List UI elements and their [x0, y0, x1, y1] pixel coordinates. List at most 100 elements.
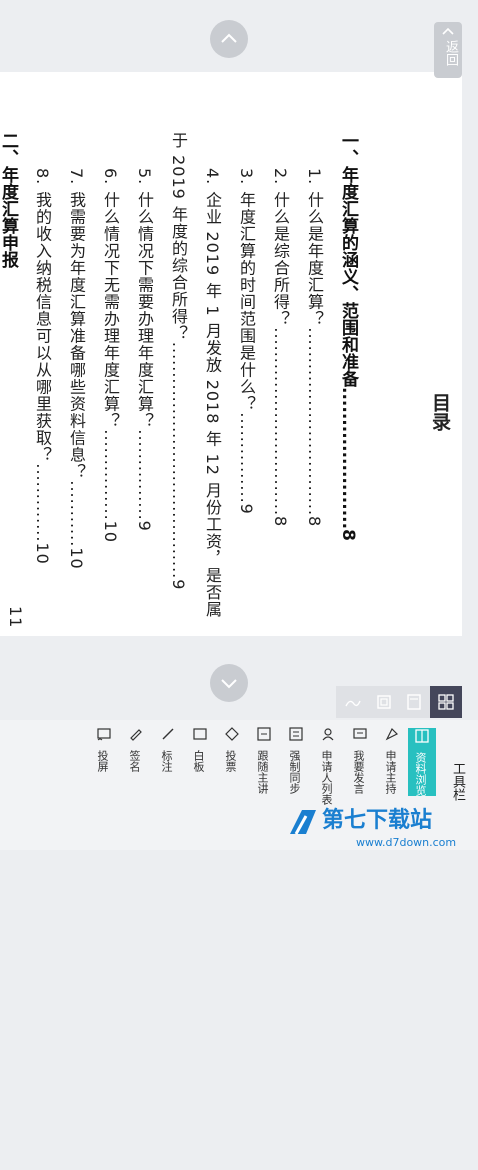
signature-view-button[interactable] — [336, 686, 368, 718]
watermark-logo-icon — [290, 810, 316, 835]
tool-annotate[interactable]: 标注 — [154, 726, 182, 826]
section-number: 一、 — [338, 132, 358, 166]
toolbar-title: 工具栏 — [450, 762, 465, 801]
vote-icon — [225, 727, 239, 741]
toc-item[interactable]: 1. 什么是年度汇算？.............................… — [302, 168, 326, 732]
view-mode-strip — [336, 686, 462, 718]
user-list-icon — [322, 728, 334, 741]
copy-view-button[interactable] — [368, 686, 400, 718]
tool-label: 标注 — [160, 750, 173, 772]
watermark-url: www.d7down.com — [356, 836, 457, 849]
tool-label: 申请主持 — [384, 750, 397, 794]
tool-label: 申请人列表 — [320, 750, 333, 805]
tool-label: 白板 — [192, 750, 205, 772]
copy-icon — [377, 695, 391, 709]
toc-page: 10 — [101, 520, 120, 544]
item-text: 企业 2019 年 1 月发放 2018 年 12 月份工资，是否属 — [203, 191, 222, 619]
watermark: 第七下载站 www.d7down.com — [284, 802, 478, 850]
toc-leader: ............................... — [305, 327, 324, 517]
toc-leader: ............... — [135, 429, 154, 521]
toc-leader: ...................... — [338, 387, 358, 530]
item-number: 6. — [101, 168, 120, 186]
item-text: 我需要为年度汇算准备哪些资料信息？ — [67, 191, 86, 481]
rocket-icon — [385, 727, 399, 741]
item-number: 3. — [237, 168, 256, 186]
section-title: 年度汇算申报 — [0, 166, 18, 268]
item-text: 什么情况下需要办理年度汇算？ — [135, 191, 154, 430]
item-text: 什么是综合所得？ — [271, 191, 290, 328]
toc-item[interactable]: 6. 什么情况下无需办理年度汇算？...............10 — [98, 168, 122, 732]
toc-page-cut: 11 — [6, 606, 25, 1170]
tool-label: 投屏 — [96, 750, 109, 772]
tool-label: 投票 — [224, 750, 237, 772]
back-button[interactable]: 返回 — [434, 22, 462, 78]
page-view-button[interactable] — [398, 686, 430, 718]
toc-page: 11 — [6, 606, 25, 629]
tool-label: 签名 — [128, 750, 141, 772]
follow-icon — [257, 727, 271, 741]
doc-browse-icon — [415, 729, 429, 743]
toc-item[interactable]: 4. 企业 2019 年 1 月发放 2018 年 12 月份工资，是否属 — [200, 168, 224, 732]
tool-vote[interactable]: 投票 — [218, 726, 246, 826]
pen-icon — [162, 728, 174, 740]
toc-section-one[interactable]: 一、年度汇算的涵义、范围和准备......................8 — [336, 132, 361, 696]
tool-follow-speaker[interactable]: 跟随主讲 — [250, 726, 278, 826]
tool-label: 强制同步 — [288, 750, 301, 794]
tool-cast[interactable]: 投屏 — [90, 726, 118, 826]
signature-icon — [345, 700, 361, 707]
toc-leader: ............................... — [271, 327, 290, 517]
toc-page: 10 — [67, 547, 86, 570]
chevron-down-icon — [221, 679, 237, 689]
item-text: 什么情况下无需办理年度汇算？ — [101, 191, 120, 430]
toc-title: 目录 — [429, 393, 451, 431]
item-text: 于 2019 年度的综合所得？ — [169, 132, 188, 342]
item-number: 2. — [271, 168, 290, 186]
back-label: 返回 — [443, 40, 458, 66]
page-icon — [407, 694, 421, 710]
toc-page: 8 — [271, 516, 290, 528]
item-text: 什么是年度汇算？ — [305, 191, 324, 328]
toc-item[interactable]: 8. 我的收入纳税信息可以从哪里获取？.............10 — [30, 168, 54, 732]
item-number: 4. — [203, 168, 222, 186]
toc-page: 9 — [169, 579, 188, 591]
chevron-up-small-icon — [442, 27, 454, 35]
toc-leader: ........... — [67, 480, 86, 548]
cast-icon — [97, 728, 111, 741]
toc-item[interactable]: 3. 年度汇算的时间范围是什么？...............9 — [234, 168, 258, 732]
item-number: 7. — [67, 168, 86, 186]
item-text: 年度汇算的时间范围是什么？ — [237, 191, 256, 413]
toc-item[interactable]: 5. 什么情况下需要办理年度汇算？...............9 — [132, 168, 156, 732]
sign-icon — [130, 729, 142, 741]
toc-leader: ....................................... — [169, 341, 188, 580]
chevron-up-icon — [221, 33, 237, 43]
section-title: 年度汇算的涵义、范围和准备 — [338, 166, 358, 387]
item-number: 5. — [135, 168, 154, 186]
toc-page: 8 — [338, 529, 358, 541]
watermark-name: 第七下载站 — [322, 808, 433, 833]
toc-leader: ............. — [33, 463, 52, 543]
item-text: 我的收入纳税信息可以从哪里获取？ — [33, 191, 52, 464]
item-number: 1. — [305, 168, 324, 186]
tool-label: 我要发言 — [352, 750, 365, 794]
document-page: 目录 一、年度汇算的涵义、范围和准备......................… — [0, 72, 462, 636]
toc-page: 10 — [33, 542, 52, 565]
tool-doc-browse[interactable]: 资料浏览 — [408, 728, 436, 796]
sync-icon — [289, 727, 303, 741]
tool-sign[interactable]: 签名 — [122, 726, 150, 826]
grid-icon — [438, 694, 454, 710]
toc-leader: ............... — [101, 429, 120, 521]
toc-item[interactable]: 7. 我需要为年度汇算准备哪些资料信息？...........10 — [64, 168, 88, 732]
tool-label: 资料浏览 — [414, 752, 427, 796]
toc-item-continuation[interactable]: 于 2019 年度的综合所得？.........................… — [166, 132, 190, 696]
tool-label: 跟随主讲 — [256, 750, 269, 794]
tool-whiteboard[interactable]: 白板 — [186, 726, 214, 826]
chat-icon — [353, 728, 367, 739]
toc-page: 9 — [135, 520, 154, 532]
item-number: 8. — [33, 168, 52, 186]
toc-leader: ............... — [237, 412, 256, 504]
toc-page: 9 — [237, 503, 256, 515]
grid-view-button[interactable] — [430, 686, 462, 718]
toc-item[interactable]: 2. 什么是综合所得？.............................… — [268, 168, 292, 732]
page-down-button[interactable] — [210, 664, 248, 702]
page-up-button[interactable] — [210, 20, 248, 58]
